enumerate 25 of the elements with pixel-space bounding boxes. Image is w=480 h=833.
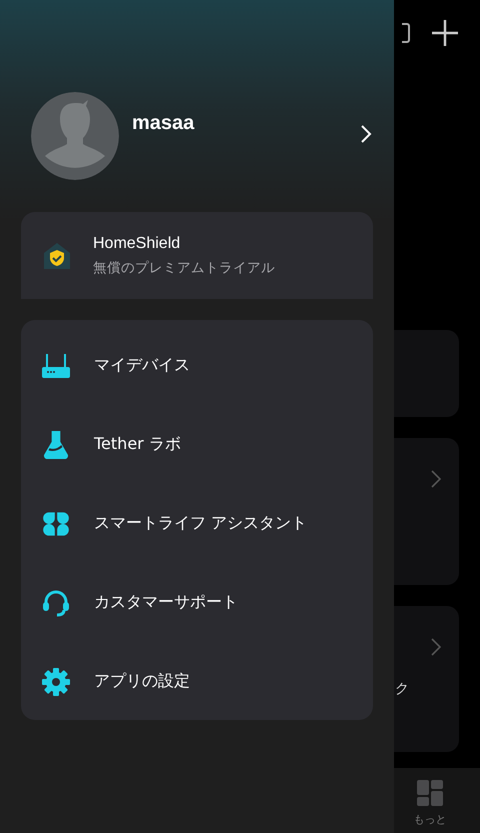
settings-icon xyxy=(42,668,70,696)
device-icon[interactable] xyxy=(402,22,410,44)
user-name: masaa xyxy=(132,112,196,135)
house-shield-icon xyxy=(43,242,71,270)
tab-label[interactable]: もっと xyxy=(414,812,446,827)
chevron-icon[interactable] xyxy=(360,124,372,144)
card-text: ク xyxy=(395,680,409,698)
clover-icon xyxy=(42,510,70,538)
promo-title: HomeShield xyxy=(93,234,182,252)
flask-icon xyxy=(42,430,70,458)
menu-item[interactable]: マイデバイス xyxy=(94,355,190,376)
menu-item[interactable]: カスタマーサポート xyxy=(94,592,238,613)
avatar[interactable] xyxy=(31,92,119,180)
grid-icon[interactable] xyxy=(417,780,443,806)
promo-subtitle: 無償のプレミアムトライアル xyxy=(93,258,275,276)
device-card[interactable]: ク xyxy=(394,606,459,752)
chevron-icon xyxy=(431,638,441,656)
menu-item[interactable]: Tether ラボ xyxy=(94,434,181,455)
router-icon xyxy=(42,352,70,380)
headset-icon xyxy=(42,588,70,616)
promo-card[interactable]: HomeShield 無償のプレミアムトライアル xyxy=(21,212,373,299)
add-icon[interactable] xyxy=(432,20,458,46)
menu-item[interactable]: アプリの設定 xyxy=(94,671,190,692)
chevron-icon xyxy=(431,470,441,488)
menu-item[interactable]: スマートライフ アシスタント xyxy=(94,513,308,534)
